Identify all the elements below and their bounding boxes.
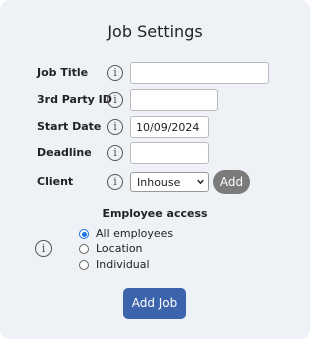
- job-title-input[interactable]: [130, 62, 269, 84]
- deadline-input[interactable]: [130, 142, 209, 164]
- radio-label: Individual: [96, 258, 150, 271]
- start-date-row: Start Date i: [0, 116, 310, 140]
- chevron-down-icon: [197, 179, 204, 185]
- employee-access-heading: Employee access: [102, 207, 208, 220]
- job-title-row: Job Title i: [0, 62, 310, 86]
- job-title-label: Job Title: [37, 66, 89, 79]
- deadline-label: Deadline: [37, 146, 92, 159]
- radio-button[interactable]: [79, 229, 89, 239]
- third-party-id-input[interactable]: [130, 89, 218, 111]
- radio-label: Location: [96, 242, 143, 255]
- job-title-info-icon[interactable]: i: [107, 65, 123, 81]
- client-select[interactable]: Inhouse: [130, 172, 209, 192]
- radio-button[interactable]: [79, 244, 89, 254]
- client-info-icon[interactable]: i: [107, 174, 123, 190]
- client-label: Client: [37, 175, 74, 188]
- radio-button[interactable]: [79, 260, 89, 270]
- employee-access-info-icon[interactable]: i: [35, 240, 52, 257]
- third-party-id-info-icon[interactable]: i: [107, 92, 123, 108]
- deadline-row: Deadline i: [0, 142, 310, 166]
- page-title: Job Settings: [107, 22, 203, 41]
- client-select-value: Inhouse: [137, 176, 181, 189]
- add-client-button[interactable]: Add: [213, 170, 250, 194]
- radio-label: All employees: [96, 227, 174, 240]
- start-date-info-icon[interactable]: i: [107, 119, 123, 135]
- start-date-label: Start Date: [37, 120, 102, 133]
- deadline-info-icon[interactable]: i: [107, 145, 123, 161]
- third-party-id-label: 3rd Party ID: [37, 93, 112, 106]
- job-settings-panel: Job Settings Job Title i 3rd Party ID i …: [0, 0, 310, 339]
- third-party-id-row: 3rd Party ID i: [0, 89, 310, 113]
- client-row: Client i Inhouse Add: [0, 170, 310, 195]
- start-date-input[interactable]: [130, 116, 209, 138]
- add-job-button[interactable]: Add Job: [123, 288, 186, 319]
